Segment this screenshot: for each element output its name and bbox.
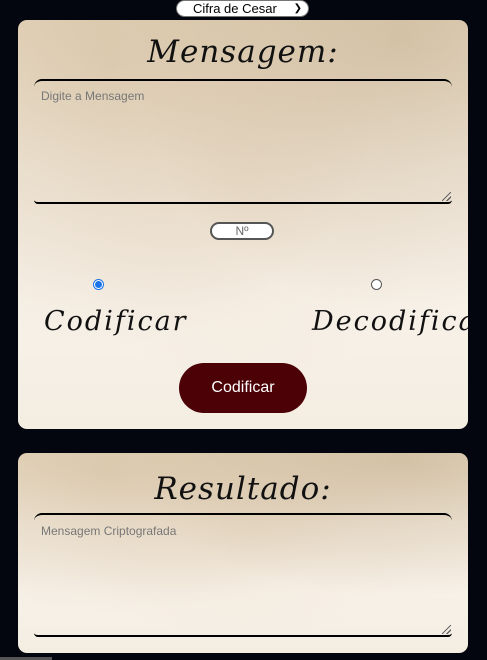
chevron-down-icon: ❯ — [293, 3, 302, 14]
encode-button[interactable]: Codificar — [179, 363, 307, 413]
cipher-select-value: Cifra de Cesar — [193, 1, 277, 16]
result-card: Resultado: Mensagem Criptografada — [18, 453, 468, 653]
message-title: Mensagem: — [147, 34, 339, 70]
resize-grip-icon[interactable] — [442, 625, 451, 634]
resize-grip-icon[interactable] — [442, 192, 451, 201]
encode-label: Codificar — [44, 306, 188, 337]
shift-number-input[interactable]: Nº — [210, 222, 274, 240]
message-textarea[interactable]: Digite a Mensagem — [34, 79, 452, 204]
result-title: Resultado: — [154, 471, 332, 507]
decode-radio[interactable] — [371, 279, 382, 290]
decode-label: Decodificar — [312, 306, 468, 337]
result-placeholder: Mensagem Criptografada — [41, 524, 177, 538]
cipher-select[interactable]: Cifra de Cesar ❯ — [176, 0, 309, 17]
message-card: Mensagem: Digite a Mensagem Nº Codificar… — [18, 20, 468, 429]
message-placeholder: Digite a Mensagem — [41, 89, 145, 103]
encode-radio[interactable] — [93, 279, 104, 290]
result-textarea[interactable]: Mensagem Criptografada — [34, 513, 452, 637]
